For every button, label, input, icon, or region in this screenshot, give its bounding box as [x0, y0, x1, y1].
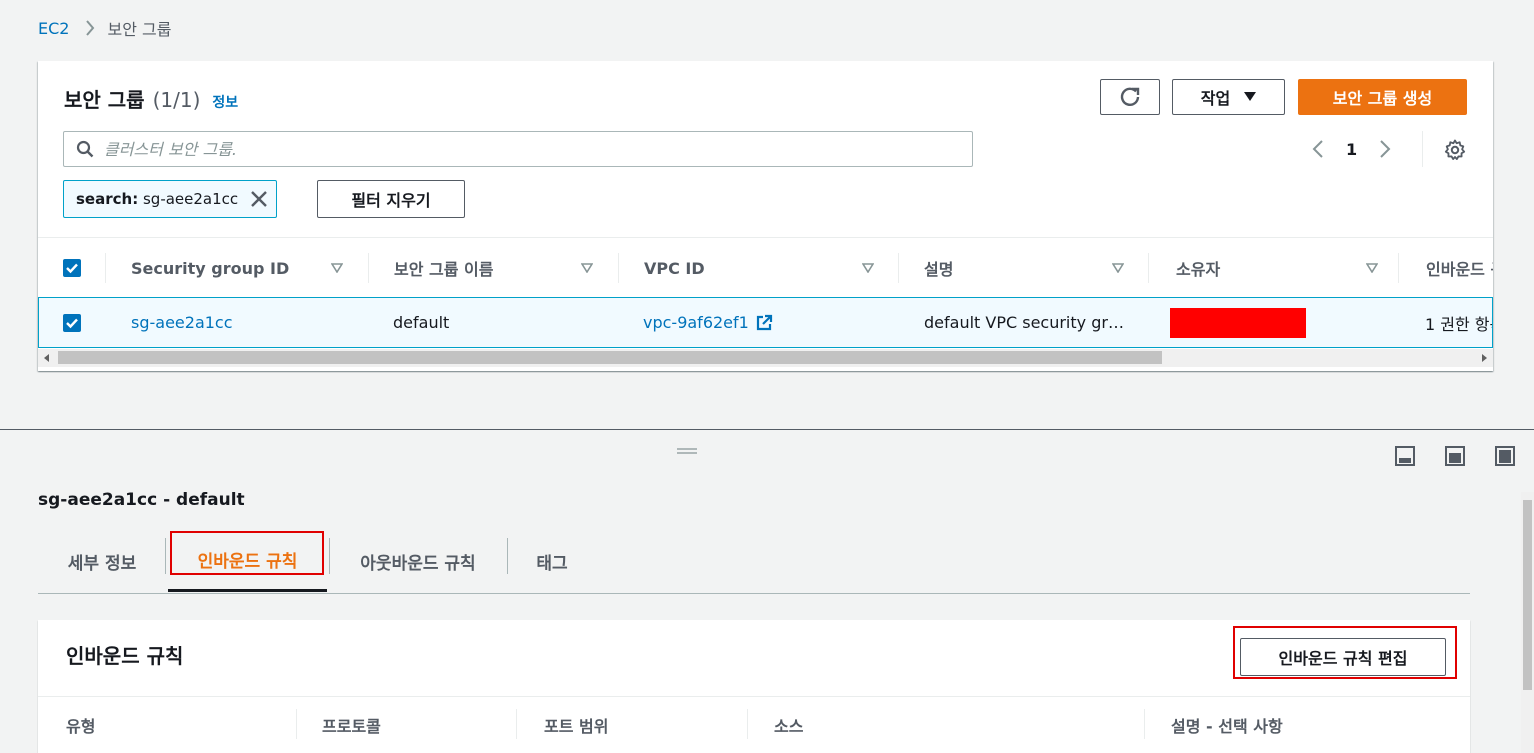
refresh-button[interactable]: [1100, 79, 1160, 115]
next-page-icon[interactable]: [1379, 139, 1391, 159]
column-header-inbound[interactable]: 인바운드 규칙: [1426, 238, 1493, 298]
close-icon[interactable]: [250, 190, 268, 208]
scrollbar-thumb[interactable]: [58, 351, 1162, 364]
panel-title: 보안 그룹 (1/1) 정보: [64, 84, 238, 113]
search-field[interactable]: [63, 131, 973, 167]
drag-handle-icon[interactable]: [677, 448, 697, 454]
gear-icon[interactable]: [1443, 138, 1467, 162]
security-group-id-link[interactable]: sg-aee2a1cc: [131, 313, 233, 332]
owner-redacted: [1170, 308, 1306, 338]
clear-filters-button[interactable]: 필터 지우기: [317, 180, 465, 218]
sort-caret-icon: [331, 263, 343, 273]
chevron-right-icon: [86, 20, 95, 36]
security-groups-panel: 보안 그룹 (1/1) 정보 작업 보안 그룹 생성 1 search: sg-…: [38, 61, 1493, 371]
horizontal-scrollbar[interactable]: [38, 349, 1493, 367]
checkbox[interactable]: [63, 259, 81, 277]
cell-vpc-id[interactable]: vpc-9af62ef1: [643, 298, 773, 347]
pagination: 1: [1312, 135, 1391, 163]
sort-caret-icon: [1366, 263, 1378, 273]
filter-token-text: search: sg-aee2a1cc: [76, 190, 239, 208]
column-header-type: 유형: [66, 716, 96, 736]
column-header-description: 설명 - 선택 사항: [1171, 716, 1283, 736]
select-all-checkbox[interactable]: [63, 238, 81, 298]
row-checkbox[interactable]: [63, 298, 81, 347]
scroll-left-icon[interactable]: [43, 354, 51, 362]
search-input[interactable]: [104, 139, 904, 159]
breadcrumb-current: 보안 그룹: [107, 20, 172, 39]
dock-side-icon[interactable]: [1444, 445, 1466, 467]
previous-page-icon[interactable]: [1312, 139, 1324, 159]
column-header-description[interactable]: 설명: [924, 238, 1164, 298]
cell-inbound: 1 권한 항목: [1425, 314, 1492, 334]
table-row[interactable]: sg-aee2a1cc default vpc-9af62ef1 default…: [38, 297, 1493, 348]
panel-title-text: 보안 그룹: [64, 88, 145, 112]
details-tabs: 세부 정보 인바운드 규칙 아웃바운드 규칙 태그: [38, 530, 1470, 594]
tab-tags[interactable]: 태그: [508, 530, 596, 592]
card-title: 인바운드 규칙: [66, 644, 184, 668]
breadcrumb: EC2 보안 그룹: [38, 16, 171, 40]
column-header-security-group-id[interactable]: Security group ID: [131, 238, 361, 298]
vertical-scrollbar[interactable]: [1521, 492, 1534, 753]
sort-caret-icon: [1112, 263, 1124, 273]
create-security-group-button[interactable]: 보안 그룹 생성: [1298, 79, 1467, 115]
column-header-source: 소스: [774, 716, 804, 736]
search-icon: [76, 140, 94, 158]
cell-security-group-id[interactable]: sg-aee2a1cc: [131, 298, 233, 347]
check-icon: [66, 263, 78, 274]
actions-dropdown-button[interactable]: 작업: [1172, 79, 1285, 115]
column-header-protocol: 프로토콜: [322, 716, 381, 736]
column-header-name[interactable]: 보안 그룹 이름: [394, 238, 624, 298]
tab-details[interactable]: 세부 정보: [38, 530, 166, 592]
caret-down-icon: [1244, 92, 1257, 101]
page-number[interactable]: 1: [1346, 140, 1357, 159]
details-title: sg-aee2a1cc - default: [38, 490, 245, 510]
sort-caret-icon: [581, 263, 593, 273]
breadcrumb-ec2-link[interactable]: EC2: [38, 19, 69, 38]
inbound-rules-card: 인바운드 규칙 인바운드 규칙 편집 유형 프로토콜 포트 범위 소스 설명 -…: [38, 620, 1470, 753]
sort-caret-icon: [862, 263, 874, 273]
pager-divider: [1422, 131, 1423, 167]
cell-description: default VPC security gr…: [924, 313, 1124, 332]
table-header: Security group ID 보안 그룹 이름 VPC ID 설명 소유자…: [38, 237, 1493, 297]
tab-outbound-rules[interactable]: 아웃바운드 규칙: [330, 530, 506, 592]
actions-label: 작업: [1200, 89, 1231, 108]
dock-bottom-icon[interactable]: [1394, 445, 1416, 467]
checkbox[interactable]: [63, 313, 81, 332]
filter-token: search: sg-aee2a1cc: [63, 180, 278, 218]
details-split-panel: sg-aee2a1cc - default 세부 정보 인바운드 규칙 아웃바운…: [0, 429, 1534, 753]
column-header-owner[interactable]: 소유자: [1176, 238, 1416, 298]
refresh-icon: [1120, 87, 1140, 106]
scrollbar-thumb[interactable]: [1523, 500, 1532, 690]
external-link-icon: [756, 314, 772, 330]
column-header-vpc-id[interactable]: VPC ID: [644, 238, 884, 298]
panel-count: (1/1): [152, 88, 201, 112]
tab-highlight-box: [170, 531, 324, 575]
scroll-right-icon[interactable]: [1480, 354, 1488, 362]
edit-button-highlight-box: [1233, 626, 1457, 679]
cell-name: default: [393, 313, 450, 332]
info-link[interactable]: 정보: [212, 92, 238, 112]
column-header-port-range: 포트 범위: [544, 716, 609, 736]
check-icon: [66, 318, 78, 328]
rules-table-header: 유형 프로토콜 포트 범위 소스 설명 - 선택 사항: [38, 696, 1470, 751]
vpc-id-link[interactable]: vpc-9af62ef1: [643, 313, 749, 332]
maximize-icon[interactable]: [1494, 445, 1516, 467]
